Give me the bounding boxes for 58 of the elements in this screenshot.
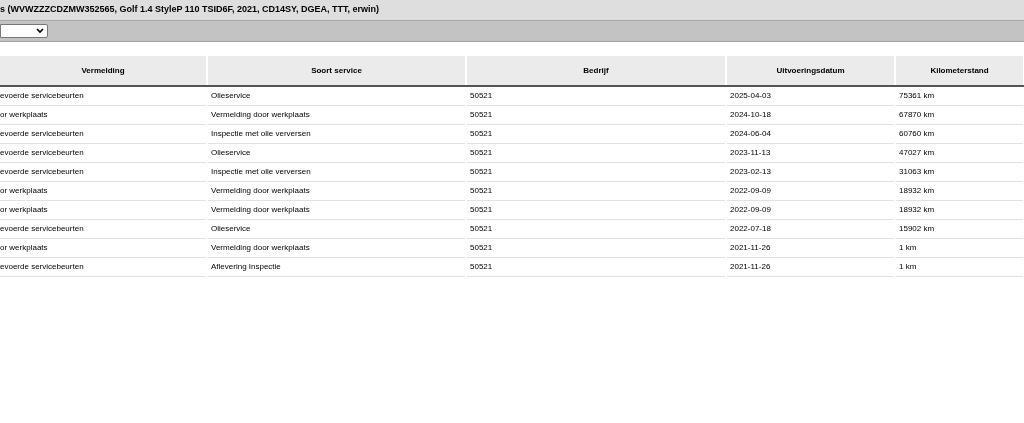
table-cell: 50521 [466,219,726,238]
table-cell: Vermelding door werkplaats [207,181,466,200]
table-cell: evoerde servicebeurten [0,257,207,276]
table-cell: evoerde servicebeurten [0,124,207,143]
table-cell: 50521 [466,86,726,105]
table-cell: 47027 km [895,143,1024,162]
table-cell: 50521 [466,162,726,181]
table-cell: 1 km [895,257,1024,276]
table-cell: 75361 km [895,86,1024,105]
chevron-down-icon [36,28,44,34]
table-cell: 2022-09-09 [726,181,895,200]
table-cell: 2024-06-04 [726,124,895,143]
window-title: s (WVWZZZCDZMW352565, Golf 1.4 StyleP 110 TSID6F, 2021, CD14SY, DGEA, TTT, erwin) [0,3,379,17]
column-header: Vermelding [0,56,207,86]
table-cell: Vermelding door werkplaats [207,200,466,219]
column-header: Uitvoeringsdatum [726,56,895,86]
table-cell: 50521 [466,143,726,162]
table-cell: evoerde servicebeurten [0,162,207,181]
table-cell: 2024-10-18 [726,105,895,124]
table-cell: 50521 [466,200,726,219]
table-cell: Olieservice [207,143,466,162]
table-cell: 15902 km [895,219,1024,238]
table-cell: 50521 [466,238,726,257]
table-cell: 18932 km [895,200,1024,219]
table-cell: evoerde servicebeurten [0,219,207,238]
table-cell: Aflevering Inspectie [207,257,466,276]
table-cell: Olieservice [207,219,466,238]
table-cell: Inspectie met olie verversen [207,162,466,181]
table-cell: 50521 [466,257,726,276]
table-cell: 1 km [895,238,1024,257]
table-cell: 50521 [466,124,726,143]
table-cell: or werkplaats [0,105,207,124]
table-cell: Olieservice [207,86,466,105]
table-cell: 60760 km [895,124,1024,143]
table-cell: 50521 [466,105,726,124]
table-cell: or werkplaats [0,200,207,219]
table-cell: or werkplaats [0,238,207,257]
column-header: Bedrijf [466,56,726,86]
table-cell: or werkplaats [0,181,207,200]
table-cell: 31063 km [895,162,1024,181]
select-dropdown[interactable] [0,24,48,38]
table-cell: evoerde servicebeurten [0,86,207,105]
table-cell: 2025-04-03 [726,86,895,105]
table-cell: 50521 [466,181,726,200]
table-cell: evoerde servicebeurten [0,143,207,162]
table-cell: 2021-11-26 [726,238,895,257]
table-cell: 2022-07-18 [726,219,895,238]
table-cell: 2022-09-09 [726,200,895,219]
table-cell: Vermelding door werkplaats [207,238,466,257]
column-header: Soort service [207,56,466,86]
table-cell: 2021-11-26 [726,257,895,276]
column-header: Kilometerstand [895,56,1024,86]
table-cell: 2023-02-13 [726,162,895,181]
table-cell: 18932 km [895,181,1024,200]
table-cell: 2023-11-13 [726,143,895,162]
table-cell: Vermelding door werkplaats [207,105,466,124]
table-cell: 67870 km [895,105,1024,124]
table-cell: Inspectie met olie verversen [207,124,466,143]
